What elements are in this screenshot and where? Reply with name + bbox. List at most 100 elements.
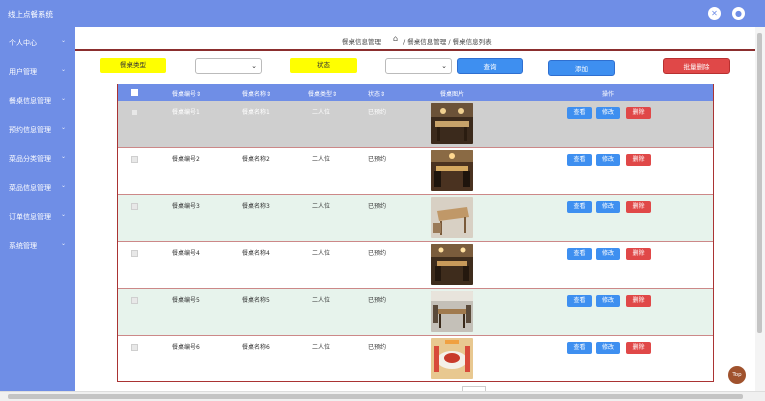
select-all-checkbox[interactable] (131, 89, 138, 96)
sidebar-item-label: 菜品分类管理 (9, 155, 51, 163)
vertical-scrollbar[interactable] (755, 27, 765, 391)
add-button[interactable]: 添加 (548, 60, 615, 76)
search-button[interactable]: 查询 (457, 58, 523, 74)
edit-button[interactable]: 修改 (596, 248, 620, 260)
horizontal-scrollbar[interactable] (0, 391, 765, 401)
row-checkbox[interactable] (131, 156, 138, 163)
header-actions: 操作 (602, 91, 615, 98)
sidebar: 个人中心 ⌄ 用户管理 ⌄ 餐桌信息管理 ⌄ 预约信息管理 ⌄ 菜品分类管理 ⌄… (0, 27, 75, 391)
row-checkbox[interactable] (131, 109, 138, 116)
delete-button[interactable]: 删除 (626, 201, 651, 213)
sidebar-item-label: 个人中心 (9, 39, 37, 47)
scrollbar-thumb[interactable] (8, 394, 743, 399)
view-button[interactable]: 查看 (567, 154, 592, 166)
sidebar-item-dish-management[interactable]: 菜品信息管理 ⌄ (0, 181, 75, 195)
chevron-down-icon: ⌄ (60, 211, 66, 218)
user-icon[interactable]: ● (732, 7, 745, 20)
sidebar-item-order-management[interactable]: 订单信息管理 ⌄ (0, 210, 75, 224)
cell-status: 已预约 (368, 203, 387, 210)
sidebar-item-system-management[interactable]: 系统管理 ⌄ (0, 239, 75, 253)
filter-bar: 餐桌类型 ⌄ 状态 ⌄ 查询 添加 批量删除 (75, 55, 755, 79)
chevron-down-icon: ⌄ (60, 66, 66, 73)
sidebar-item-dish-category-management[interactable]: 菜品分类管理 ⌄ (0, 152, 75, 166)
top-bar: 线上点餐系统 ✕ ● (0, 0, 765, 27)
status-label: 状态 (290, 58, 357, 73)
table-row[interactable]: 餐桌编号4 餐桌名称4 二人位 已预约 查看 修改 删除 (118, 242, 713, 289)
breadcrumb: 餐桌信息管理 ⌂ / 餐桌信息管理 / 餐桌信息列表 (75, 27, 755, 51)
row-checkbox[interactable] (131, 344, 138, 351)
view-button[interactable]: 查看 (567, 342, 592, 354)
scrollbar-thumb[interactable] (757, 33, 762, 333)
status-select[interactable]: ⌄ (385, 58, 452, 74)
cell-table-id: 餐桌编号3 (172, 203, 200, 210)
header-table-name[interactable]: 餐桌名称⇕ (242, 89, 271, 98)
header-table-id[interactable]: 餐桌编号⇕ (172, 89, 201, 98)
cell-table-id: 餐桌编号2 (172, 156, 200, 163)
chevron-down-icon: ⌄ (60, 240, 66, 247)
header-status[interactable]: 状态⇕ (368, 89, 385, 98)
app-title: 线上点餐系统 (8, 10, 53, 19)
cell-status: 已预约 (368, 297, 387, 304)
view-button[interactable]: 查看 (567, 201, 592, 213)
cell-table-name: 餐桌名称5 (242, 297, 270, 304)
sidebar-item-user-management[interactable]: 用户管理 ⌄ (0, 65, 75, 79)
delete-button[interactable]: 删除 (626, 342, 651, 354)
chevron-down-icon: ⌄ (60, 95, 66, 102)
chevron-down-icon: ⌄ (60, 182, 66, 189)
header-table-image: 餐桌图片 (440, 91, 465, 98)
table-row[interactable]: 餐桌编号2 餐桌名称2 二人位 已预约 查看 修改 删除 (118, 148, 713, 195)
chevron-down-icon: ⌄ (60, 153, 66, 160)
row-checkbox[interactable] (131, 297, 138, 304)
chevron-down-icon: ⌄ (60, 124, 66, 131)
chevron-down-icon: ⌄ (60, 37, 66, 44)
cell-table-type: 二人位 (312, 250, 331, 257)
table-row[interactable]: 餐桌编号6 餐桌名称6 二人位 已预约 查看 修改 删除 (118, 336, 713, 381)
sidebar-item-label: 订单信息管理 (9, 213, 51, 221)
table-image (431, 244, 473, 285)
view-button[interactable]: 查看 (567, 248, 592, 260)
row-checkbox[interactable] (131, 250, 138, 257)
sidebar-item-label: 餐桌信息管理 (9, 97, 51, 105)
delete-button[interactable]: 删除 (626, 154, 651, 166)
table-row[interactable]: 餐桌编号5 餐桌名称5 二人位 已预约 查看 修改 删除 (118, 289, 713, 336)
edit-button[interactable]: 修改 (596, 201, 620, 213)
batch-delete-button[interactable]: 批量删除 (663, 58, 730, 74)
cell-status: 已预约 (368, 109, 387, 116)
edit-button[interactable]: 修改 (596, 342, 620, 354)
home-icon[interactable]: ⌂ (393, 34, 398, 43)
row-checkbox[interactable] (131, 203, 138, 210)
cell-status: 已预约 (368, 250, 387, 257)
sidebar-item-table-management[interactable]: 餐桌信息管理 ⌄ (0, 94, 75, 108)
cell-table-name: 餐桌名称3 (242, 203, 270, 210)
back-to-top-button[interactable]: Top (728, 366, 746, 384)
delete-button[interactable]: 删除 (626, 248, 651, 260)
delete-button[interactable]: 删除 (626, 107, 651, 119)
cell-table-type: 二人位 (312, 203, 331, 210)
cell-table-id: 餐桌编号5 (172, 297, 200, 304)
sidebar-item-reservation-management[interactable]: 预约信息管理 ⌄ (0, 123, 75, 137)
cell-status: 已预约 (368, 156, 387, 163)
cell-table-id: 餐桌编号1 (172, 109, 200, 116)
close-icon[interactable]: ✕ (708, 7, 721, 20)
chevron-down-icon: ⌄ (441, 62, 447, 70)
view-button[interactable]: 查看 (567, 107, 592, 119)
table-row[interactable]: 餐桌编号3 餐桌名称3 二人位 已预约 查看 修改 删除 (118, 195, 713, 242)
sidebar-item-personal-center[interactable]: 个人中心 ⌄ (0, 36, 75, 50)
table-row[interactable]: 餐桌编号1 餐桌名称1 二人位 已预约 查看 修改 删除 (118, 101, 713, 148)
table-type-label: 餐桌类型 (100, 58, 166, 73)
view-button[interactable]: 查看 (567, 295, 592, 307)
table-type-select[interactable]: ⌄ (195, 58, 262, 74)
cell-table-id: 餐桌编号4 (172, 250, 200, 257)
edit-button[interactable]: 修改 (596, 107, 620, 119)
delete-button[interactable]: 删除 (626, 295, 651, 307)
cell-status: 已预约 (368, 344, 387, 351)
chevron-down-icon: ⌄ (251, 62, 257, 70)
edit-button[interactable]: 修改 (596, 295, 620, 307)
table-image (431, 291, 473, 332)
edit-button[interactable]: 修改 (596, 154, 620, 166)
table-image (431, 338, 473, 379)
table-list: 餐桌编号⇕ 餐桌名称⇕ 餐桌类型⇕ 状态⇕ 餐桌图片 操作 餐桌编号1 餐桌名称… (117, 84, 714, 382)
table-image (431, 197, 473, 238)
header-table-type[interactable]: 餐桌类型⇕ (308, 89, 337, 98)
table-image (431, 150, 473, 191)
